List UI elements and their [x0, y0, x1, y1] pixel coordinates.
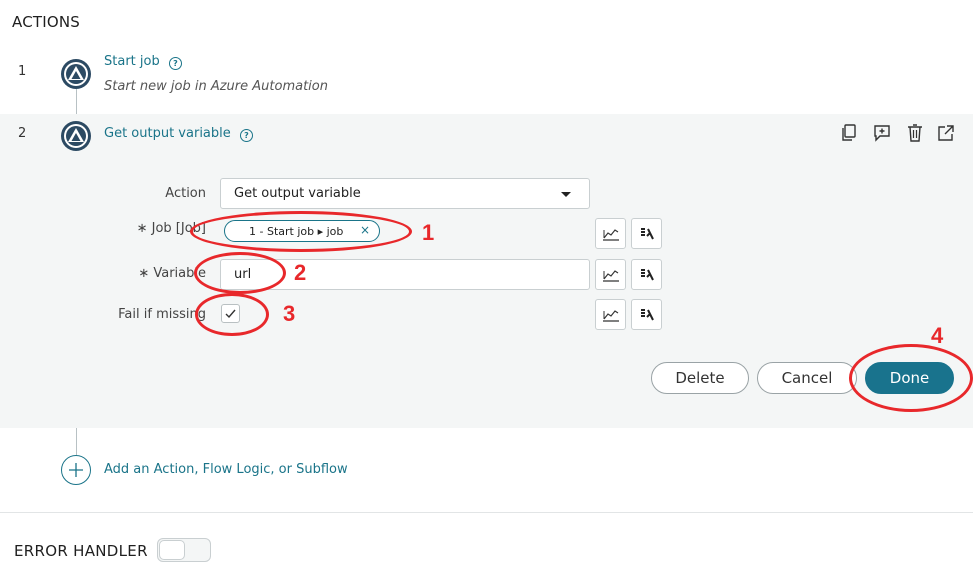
- add-action-button[interactable]: [61, 455, 91, 485]
- annotation-number: 3: [283, 301, 296, 326]
- annotation-oval: [190, 211, 412, 252]
- help-icon[interactable]: ?: [240, 129, 253, 142]
- azure-automation-icon: [60, 58, 92, 90]
- copy-icon[interactable]: [839, 123, 859, 143]
- toggle-knob: [159, 540, 185, 560]
- action-label: Action: [165, 186, 206, 201]
- step-number: 2: [18, 126, 27, 141]
- section-divider: [0, 512, 973, 513]
- azure-automation-icon: [60, 120, 92, 152]
- open-external-icon[interactable]: [936, 123, 956, 143]
- step-number: 1: [18, 64, 27, 79]
- step-connector: [76, 428, 77, 455]
- trash-icon[interactable]: [905, 123, 925, 143]
- delete-button[interactable]: Delete: [651, 362, 749, 394]
- annotation-oval: [194, 252, 286, 294]
- error-handler-label: ERROR HANDLER: [14, 542, 148, 560]
- data-pill-picker-button[interactable]: [595, 259, 626, 290]
- annotation-oval: [849, 344, 973, 412]
- step-title-get-output-variable[interactable]: Get output variable: [104, 126, 231, 141]
- script-tool-button[interactable]: [631, 259, 662, 290]
- annotation-oval: [195, 293, 269, 336]
- step-subtitle: Start new job in Azure Automation: [104, 79, 328, 94]
- annotation-number: 4: [931, 323, 944, 348]
- action-select-value: Get output variable: [234, 186, 361, 201]
- plus-icon: [69, 463, 83, 477]
- step-title-start-job[interactable]: Start job: [104, 54, 160, 69]
- action-select[interactable]: Get output variable: [220, 178, 590, 209]
- comment-add-icon[interactable]: [872, 123, 892, 143]
- annotation-number: 2: [294, 260, 307, 285]
- step-connector: [76, 88, 77, 116]
- add-action-link[interactable]: Add an Action, Flow Logic, or Subflow: [104, 462, 348, 477]
- fail-if-missing-label: Fail if missing: [118, 307, 206, 322]
- data-pill-picker-button[interactable]: [595, 218, 626, 249]
- variable-label: ∗ Variable: [138, 266, 206, 281]
- section-title: ACTIONS: [12, 13, 81, 31]
- cancel-button[interactable]: Cancel: [757, 362, 857, 394]
- annotation-number: 1: [422, 220, 435, 245]
- script-tool-button[interactable]: [631, 218, 662, 249]
- chevron-down-icon: [561, 192, 571, 197]
- script-tool-button[interactable]: [631, 299, 662, 330]
- help-icon[interactable]: ?: [169, 57, 182, 70]
- error-handler-toggle[interactable]: [157, 538, 211, 562]
- data-pill-picker-button[interactable]: [595, 299, 626, 330]
